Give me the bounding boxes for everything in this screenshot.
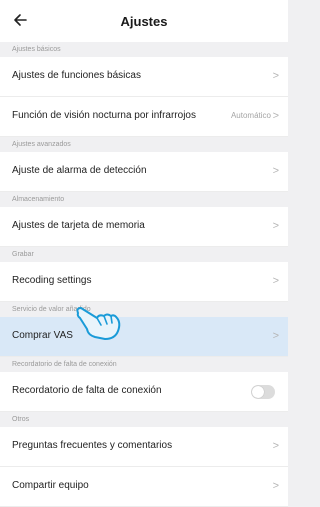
chevron-right-icon: > — [272, 480, 279, 492]
row-faq[interactable]: Preguntas frecuentes y comentarios > — [0, 427, 288, 467]
row-label: Ajustes de tarjeta de memoria — [12, 220, 145, 231]
row-share-device[interactable]: Compartir equipo > — [0, 467, 288, 507]
row-label: Recoding settings — [12, 275, 92, 286]
row-label: Función de visión nocturna por infrarroj… — [12, 110, 196, 121]
row-night-vision[interactable]: Función de visión nocturna por infrarroj… — [0, 97, 288, 137]
toggle-knob — [252, 386, 264, 398]
row-label: Compartir equipo — [12, 480, 89, 491]
chevron-right-icon: > — [272, 165, 279, 177]
section-header-basic: Ajustes básicos — [0, 42, 288, 57]
chevron-right-icon: > — [272, 110, 279, 122]
row-offline-reminder[interactable]: Recordatorio de falta de conexión — [0, 372, 288, 412]
chevron-right-icon: > — [272, 70, 279, 82]
section-header-offline: Recordatorio de falta de conexión — [0, 357, 288, 372]
row-label: Ajustes de funciones básicas — [12, 70, 141, 81]
row-recording-settings[interactable]: Recoding settings > — [0, 262, 288, 302]
top-bar: Ajustes — [0, 0, 288, 42]
row-label: Preguntas frecuentes y comentarios — [12, 440, 173, 451]
pointing-hand-icon — [75, 304, 123, 344]
settings-list: Ajustes básicos Ajustes de funciones bás… — [0, 42, 288, 507]
chevron-right-icon: > — [272, 440, 279, 452]
section-header-others: Otros — [0, 412, 288, 427]
row-label: Comprar VAS — [12, 330, 73, 341]
page-title: Ajustes — [120, 14, 168, 29]
row-buy-vas[interactable]: Comprar VAS > — [0, 317, 288, 357]
section-header-record: Grabar — [0, 247, 288, 262]
chevron-right-icon: > — [272, 330, 279, 342]
chevron-right-icon: > — [272, 275, 279, 287]
row-value: Automático — [230, 111, 271, 120]
row-detection-alarm[interactable]: Ajuste de alarma de detección > — [0, 152, 288, 192]
chevron-right-icon: > — [272, 220, 279, 232]
section-header-storage: Almacenamiento — [0, 192, 288, 207]
section-header-advanced: Ajustes avanzados — [0, 137, 288, 152]
row-label: Ajuste de alarma de detección — [12, 165, 147, 176]
row-memory-card[interactable]: Ajustes de tarjeta de memoria > — [0, 207, 288, 247]
row-basic-functions[interactable]: Ajustes de funciones básicas > — [0, 57, 288, 97]
section-header-vas: Servicio de valor añadido — [0, 302, 288, 317]
offline-reminder-toggle[interactable] — [251, 385, 275, 399]
row-label: Recordatorio de falta de conexión — [12, 385, 162, 396]
